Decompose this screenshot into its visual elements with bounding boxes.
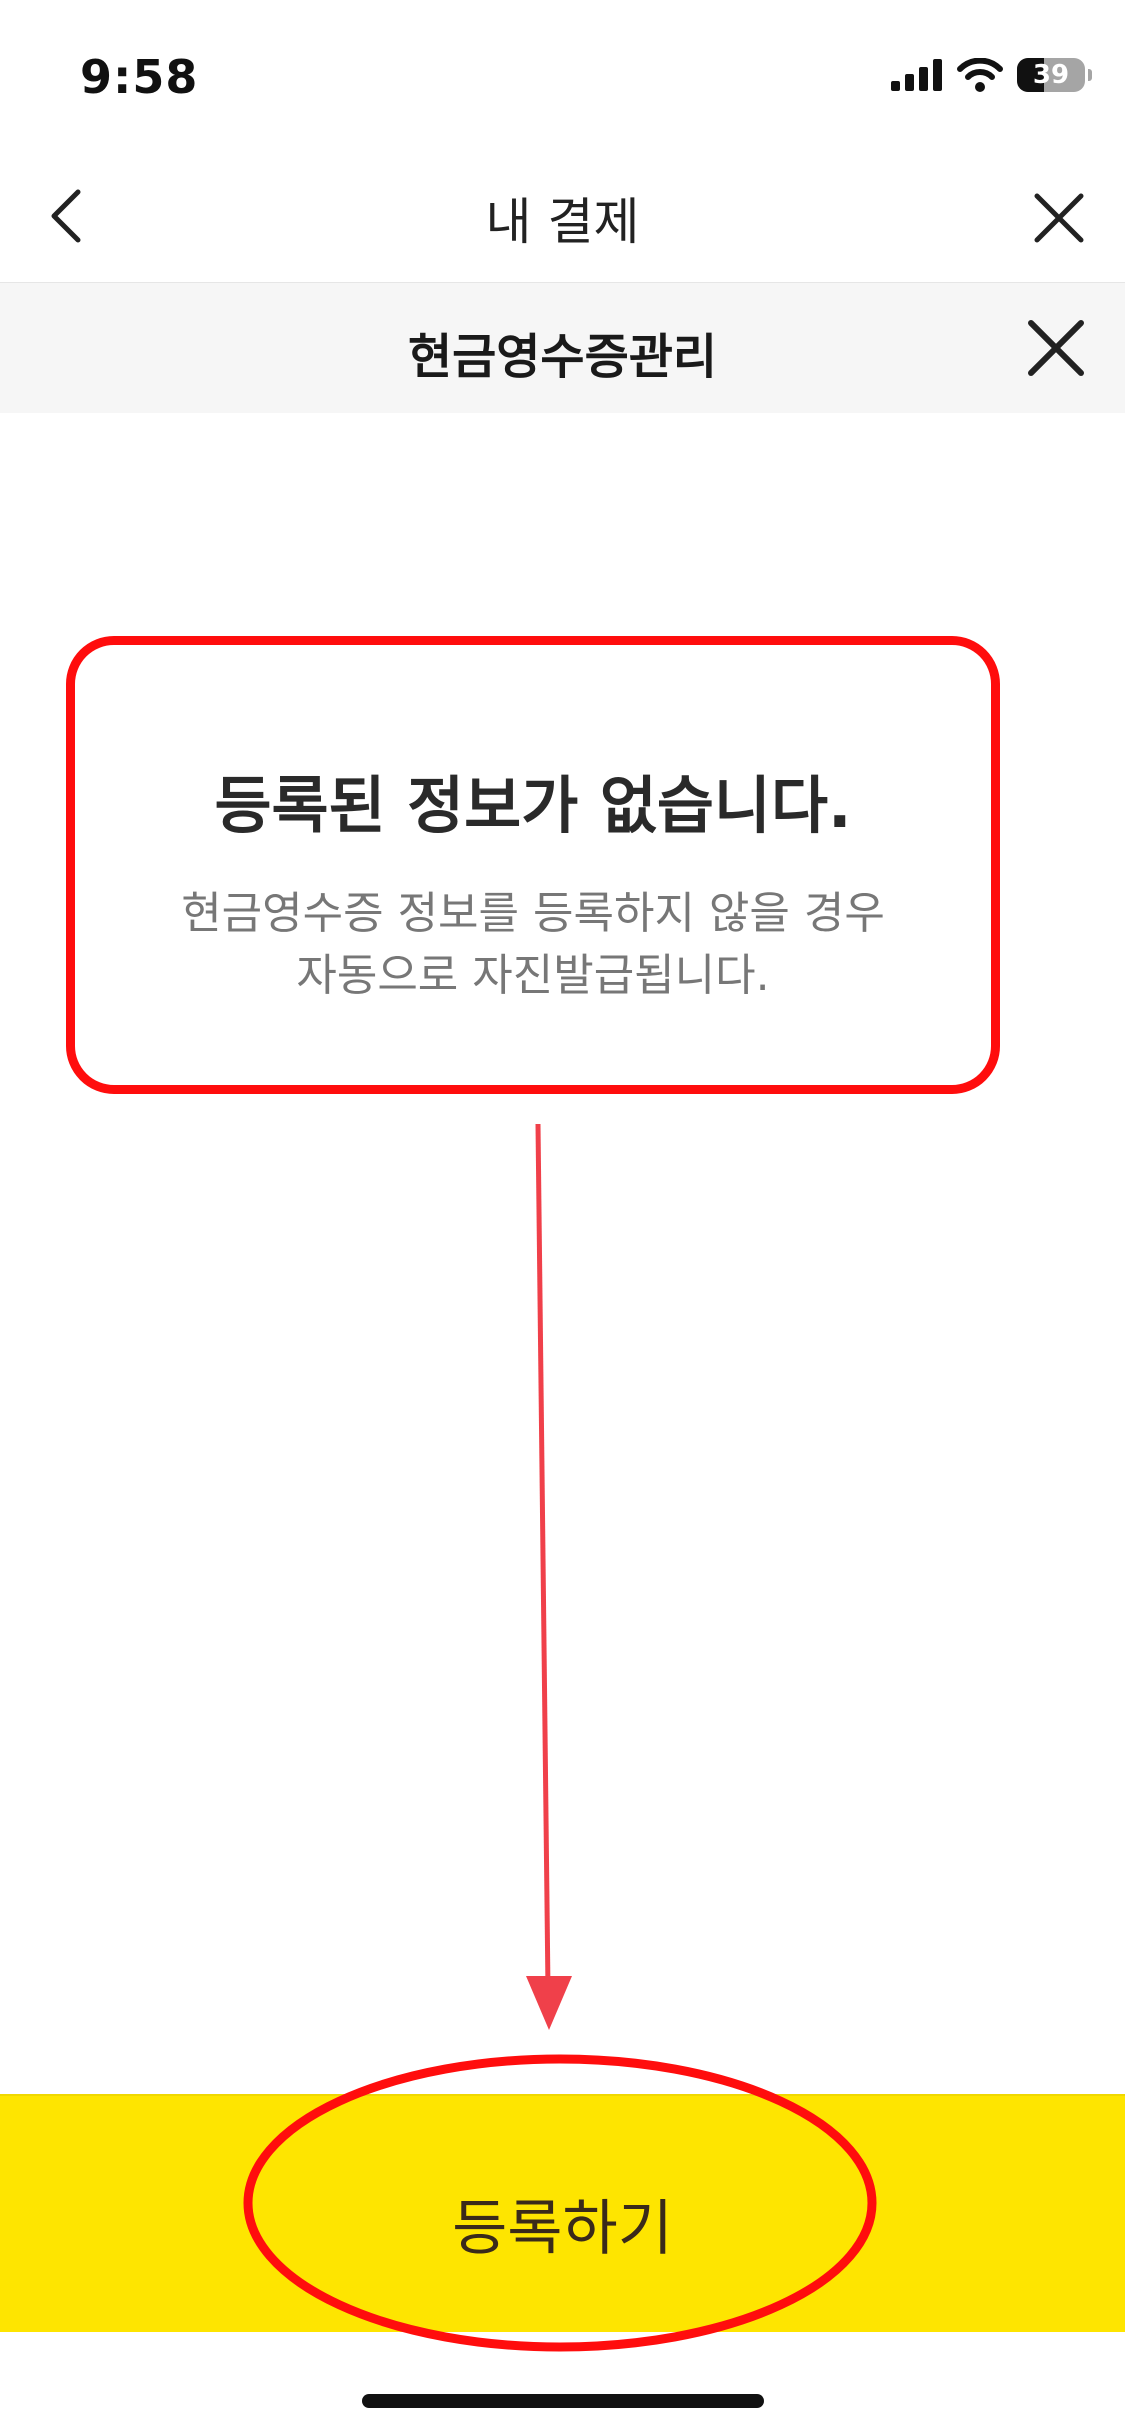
status-bar: 9:58 39 (0, 0, 1125, 150)
empty-state-description-line: 현금영수증 정보를 등록하지 않을 경우 (181, 888, 885, 939)
empty-state-description: 현금영수증 정보를 등록하지 않을 경우 자동으로 자진발급됩니다. (135, 883, 931, 1007)
register-button-label: 등록하기 (452, 2195, 673, 2262)
close-icon (1028, 320, 1084, 376)
status-icons: 39 (891, 58, 1092, 92)
empty-state-box: 등록된 정보가 없습니다. 현금영수증 정보를 등록하지 않을 경우 자동으로 … (66, 636, 1000, 1094)
wifi-icon (957, 58, 1003, 92)
battery-level: 39 (1032, 60, 1070, 90)
sheet-title: 현금영수증관리 (407, 329, 718, 385)
close-sheet-button[interactable] (1021, 313, 1091, 383)
home-indicator (362, 2394, 764, 2408)
page-title: 내 결제 (485, 193, 640, 251)
empty-state-description-line: 자동으로 자진발급됩니다. (296, 950, 770, 1001)
close-icon (1034, 193, 1084, 243)
close-page-button[interactable] (1029, 188, 1089, 248)
status-time: 9:58 (80, 50, 199, 104)
battery-icon: 39 (1017, 58, 1092, 92)
empty-state-title: 등록된 정보가 없습니다. (214, 769, 852, 842)
sheet-header: 현금영수증관리 (0, 283, 1125, 413)
register-button[interactable]: 등록하기 (0, 2094, 1125, 2332)
cellular-signal-icon (891, 59, 942, 91)
navigation-header: 내 결제 (0, 150, 1125, 284)
